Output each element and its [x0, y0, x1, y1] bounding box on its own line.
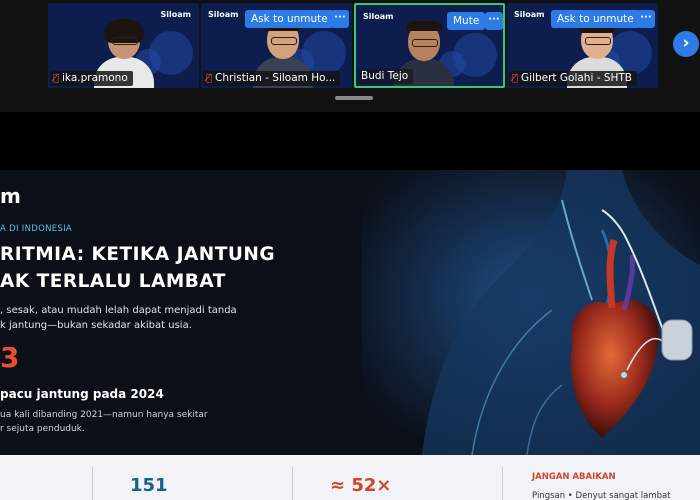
more-options-button[interactable]: ··· [485, 12, 503, 30]
heart-pacemaker-illustration [362, 170, 700, 455]
more-options-button[interactable]: ··· [331, 10, 349, 28]
slide-title-line1: RITMIA: KETIKA JANTUNG [0, 244, 276, 265]
mic-off-icon: 🎙̸ [206, 73, 213, 84]
slide-description-line2: k jantung—bukan sekadar akibat usia. [0, 320, 192, 331]
meeting-participant-strip: Siloam 🎙̸ ika.pramono Siloam Ask to unmut… [0, 0, 700, 112]
divider [92, 467, 93, 500]
brand-logo: Siloam [208, 10, 239, 19]
participant-name-label: 🎙̸ Gilbert Golahi - SHTB [509, 71, 638, 86]
participant-name-label: 🎙̸ ika.pramono [50, 71, 133, 86]
ask-to-unmute-button[interactable]: Ask to unmute [245, 10, 334, 28]
participant-tile-budi[interactable]: Siloam Mute ··· Budi Tejo [354, 3, 505, 88]
highlight-note-line2: r sejuta penduduk. [0, 424, 85, 434]
stat-value-2: ≈ 52× [330, 475, 392, 496]
participant-name-label: Budi Tejo [358, 69, 414, 84]
participant-name-label: 🎙̸ Christian - Siloam Ho... [203, 71, 341, 86]
mic-off-icon: 🎙̸ [53, 73, 60, 84]
ask-to-unmute-button[interactable]: Ask to unmute [551, 10, 640, 28]
mic-off-icon: 🎙̸ [512, 73, 519, 84]
participant-tile-christian[interactable]: Siloam Ask to unmute ··· 🎙̸ Christian - S… [201, 3, 352, 88]
mute-button[interactable]: Mute [447, 12, 486, 30]
brand-logo: Siloam [363, 12, 394, 21]
highlight-note-line1: ua kali dibanding 2021—namun hanya sekit… [0, 410, 208, 420]
highlight-number: 3 [0, 341, 20, 374]
brand-logo: Siloam [514, 10, 545, 19]
stat-value-1: 151 [130, 475, 168, 496]
slide-logo: m [0, 184, 21, 208]
divider [292, 467, 293, 500]
strip-resize-handle[interactable] [335, 96, 373, 100]
next-participants-button[interactable]: › [673, 31, 699, 57]
more-options-button[interactable]: ··· [637, 10, 655, 28]
shared-screen-slide: m A DI INDONESIA RITMIA: KETIKA JANTUNG … [0, 170, 700, 500]
participant-tile-ika[interactable]: Siloam 🎙̸ ika.pramono [48, 3, 199, 88]
slide-description-line1: , sesak, atau mudah lelah dapat menjadi … [0, 305, 237, 316]
slide-title-line2: AK TERLALU LAMBAT [0, 271, 226, 292]
slide-kicker: A DI INDONESIA [0, 224, 73, 234]
warning-detail: Pingsan • Denyut sangat lambat [532, 491, 671, 500]
participant-tile-gilbert[interactable]: Siloam Ask to unmute ··· 🎙̸ Gilbert Golah… [507, 3, 658, 88]
stats-band: 151 ≈ 52× JANGAN ABAIKAN Pingsan • Denyu… [0, 455, 700, 500]
highlight-caption: pacu jantung pada 2024 [0, 387, 164, 401]
warning-title: JANGAN ABAIKAN [532, 472, 616, 482]
divider [502, 467, 503, 500]
brand-logo: Siloam [160, 10, 191, 19]
